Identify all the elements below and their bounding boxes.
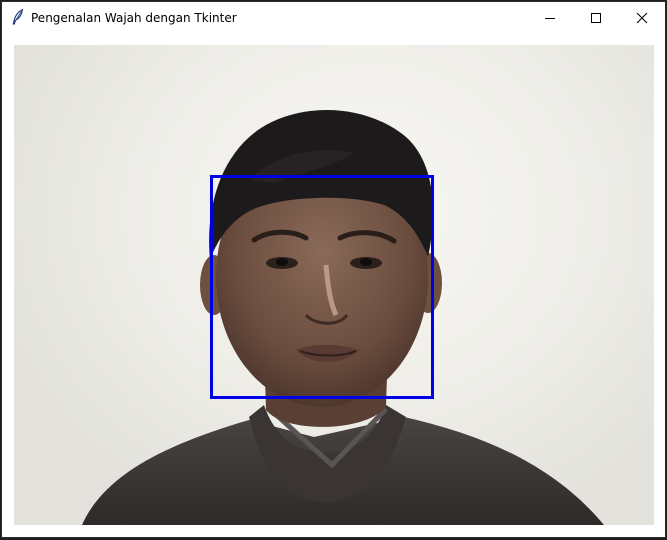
tk-feather-icon — [12, 9, 24, 25]
minimize-button[interactable] — [527, 2, 573, 33]
camera-feed — [14, 45, 654, 525]
maximize-button[interactable] — [573, 2, 619, 33]
title-bar[interactable]: Pengenalan Wajah dengan Tkinter — [2, 2, 665, 33]
maximize-icon — [591, 12, 601, 23]
close-button[interactable] — [619, 2, 665, 33]
window-title: Pengenalan Wajah dengan Tkinter — [31, 11, 237, 25]
close-icon — [636, 12, 648, 23]
app-window: Pengenalan Wajah dengan Tkinter — [1, 1, 666, 538]
minimize-icon — [545, 17, 555, 19]
face-detection-box — [210, 175, 434, 399]
